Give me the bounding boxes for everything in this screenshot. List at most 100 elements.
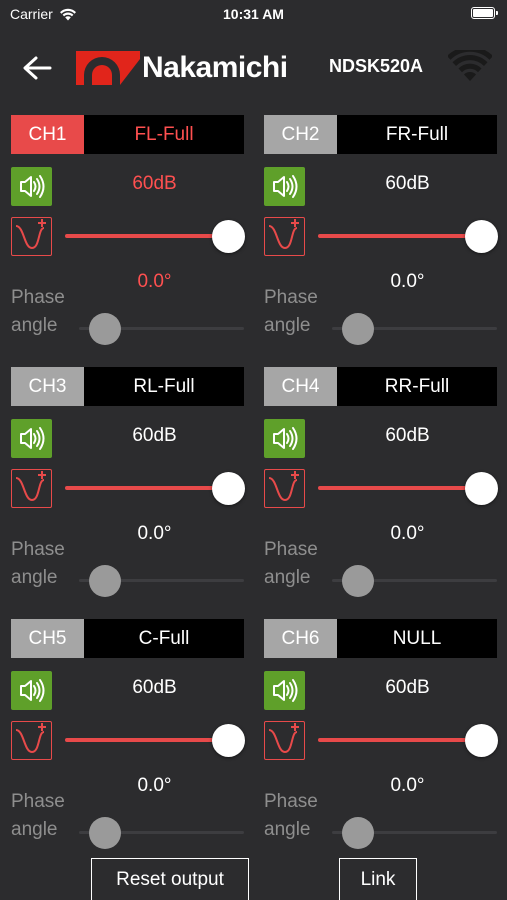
eq-curve-icon — [15, 219, 46, 250]
eq-button[interactable] — [264, 721, 305, 760]
channel-name[interactable]: RL-Full — [84, 367, 244, 406]
channel-label[interactable]: CH2 — [264, 115, 337, 154]
phase-slider[interactable] — [332, 815, 497, 851]
eq-button[interactable] — [11, 469, 52, 508]
volume-thumb[interactable] — [465, 220, 498, 253]
phase-value: 0.0° — [137, 271, 172, 292]
channel-name[interactable]: C-Full — [84, 619, 244, 658]
back-arrow-icon[interactable] — [20, 52, 56, 84]
level-value: 60dB — [132, 677, 177, 698]
battery-icon — [471, 7, 498, 19]
volume-thumb[interactable] — [212, 472, 245, 505]
volume-slider[interactable] — [318, 469, 498, 508]
level-value: 60dB — [385, 425, 430, 446]
speaker-button[interactable] — [11, 167, 52, 206]
volume-thumb[interactable] — [212, 724, 245, 757]
channel-header: CH1 FL-Full — [11, 115, 244, 154]
channel-block: CH3 RL-Full 60dB 0.0° Phase angle — [11, 367, 245, 607]
speaker-icon — [273, 427, 298, 450]
volume-slider[interactable] — [318, 217, 498, 256]
phase-value: 0.0° — [137, 523, 172, 544]
eq-button[interactable] — [264, 469, 305, 508]
volume-slider[interactable] — [65, 469, 245, 508]
status-time: 10:31 AM — [223, 6, 284, 22]
eq-curve-icon — [15, 471, 46, 502]
channel-block: CH1 FL-Full 60dB 0.0° Phase angle — [11, 115, 245, 355]
channel-name[interactable]: RR-Full — [337, 367, 497, 406]
channel-name[interactable]: FL-Full — [84, 115, 244, 154]
eq-button[interactable] — [264, 217, 305, 256]
volume-thumb[interactable] — [465, 472, 498, 505]
channel-block: CH6 NULL 60dB 0.0° Phase angle — [264, 619, 498, 859]
phase-slider[interactable] — [332, 563, 497, 599]
phase-label: Phase angle — [11, 791, 65, 840]
channel-header: CH3 RL-Full — [11, 367, 244, 406]
volume-thumb[interactable] — [465, 724, 498, 757]
phase-thumb[interactable] — [89, 565, 121, 597]
phase-slider[interactable] — [79, 815, 244, 851]
phase-thumb[interactable] — [89, 313, 121, 345]
brand-name: Nakamichi — [142, 51, 288, 84]
phase-slider[interactable] — [332, 311, 497, 347]
phase-thumb[interactable] — [342, 313, 374, 345]
speaker-button[interactable] — [264, 671, 305, 710]
reset-output-button[interactable]: Reset output — [91, 858, 249, 900]
phase-slider[interactable] — [79, 563, 244, 599]
speaker-icon — [273, 175, 298, 198]
channel-header: CH6 NULL — [264, 619, 497, 658]
channel-label[interactable]: CH3 — [11, 367, 84, 406]
phase-label: Phase angle — [11, 287, 65, 336]
phase-label: Phase angle — [264, 287, 318, 336]
channel-header: CH5 C-Full — [11, 619, 244, 658]
phase-thumb[interactable] — [342, 817, 374, 849]
wifi-icon[interactable] — [448, 50, 492, 84]
channel-label[interactable]: CH6 — [264, 619, 337, 658]
phase-value: 0.0° — [137, 775, 172, 796]
brand-logo-mark — [76, 51, 140, 85]
phase-thumb[interactable] — [342, 565, 374, 597]
phase-label: Phase angle — [264, 791, 318, 840]
channel-label[interactable]: CH5 — [11, 619, 84, 658]
channel-label[interactable]: CH1 — [11, 115, 84, 154]
speaker-icon — [273, 679, 298, 702]
speaker-button[interactable] — [264, 419, 305, 458]
eq-curve-icon — [15, 723, 46, 754]
eq-button[interactable] — [11, 721, 52, 760]
level-value: 60dB — [132, 425, 177, 446]
channel-name[interactable]: NULL — [337, 619, 497, 658]
speaker-icon — [20, 679, 45, 702]
channel-header: CH2 FR-Full — [264, 115, 497, 154]
speaker-button[interactable] — [264, 167, 305, 206]
channel-header: CH4 RR-Full — [264, 367, 497, 406]
speaker-button[interactable] — [11, 671, 52, 710]
phase-value: 0.0° — [390, 523, 425, 544]
phase-label: Phase angle — [11, 539, 65, 588]
eq-curve-icon — [268, 723, 299, 754]
speaker-icon — [20, 175, 45, 198]
volume-slider[interactable] — [65, 217, 245, 256]
volume-slider[interactable] — [318, 721, 498, 760]
channel-block: CH4 RR-Full 60dB 0.0° Phase angle — [264, 367, 498, 607]
channel-block: CH2 FR-Full 60dB 0.0° Phase angle — [264, 115, 498, 355]
phase-value: 0.0° — [390, 271, 425, 292]
device-name: NDSK520A — [329, 56, 424, 76]
header: Nakamichi NDSK520A — [0, 40, 507, 96]
level-value: 60dB — [132, 173, 177, 194]
phase-thumb[interactable] — [89, 817, 121, 849]
phase-label: Phase angle — [264, 539, 318, 588]
phase-value: 0.0° — [390, 775, 425, 796]
link-button[interactable]: Link — [339, 858, 417, 900]
volume-slider[interactable] — [65, 721, 245, 760]
eq-curve-icon — [268, 471, 299, 502]
brand-logo: Nakamichi — [76, 50, 288, 86]
channel-label[interactable]: CH4 — [264, 367, 337, 406]
channel-block: CH5 C-Full 60dB 0.0° Phase angle — [11, 619, 245, 859]
speaker-button[interactable] — [11, 419, 52, 458]
volume-thumb[interactable] — [212, 220, 245, 253]
channel-name[interactable]: FR-Full — [337, 115, 497, 154]
level-value: 60dB — [385, 173, 430, 194]
eq-button[interactable] — [11, 217, 52, 256]
status-bar: Carrier 10:31 AM — [0, 0, 507, 28]
phase-slider[interactable] — [79, 311, 244, 347]
eq-curve-icon — [268, 219, 299, 250]
